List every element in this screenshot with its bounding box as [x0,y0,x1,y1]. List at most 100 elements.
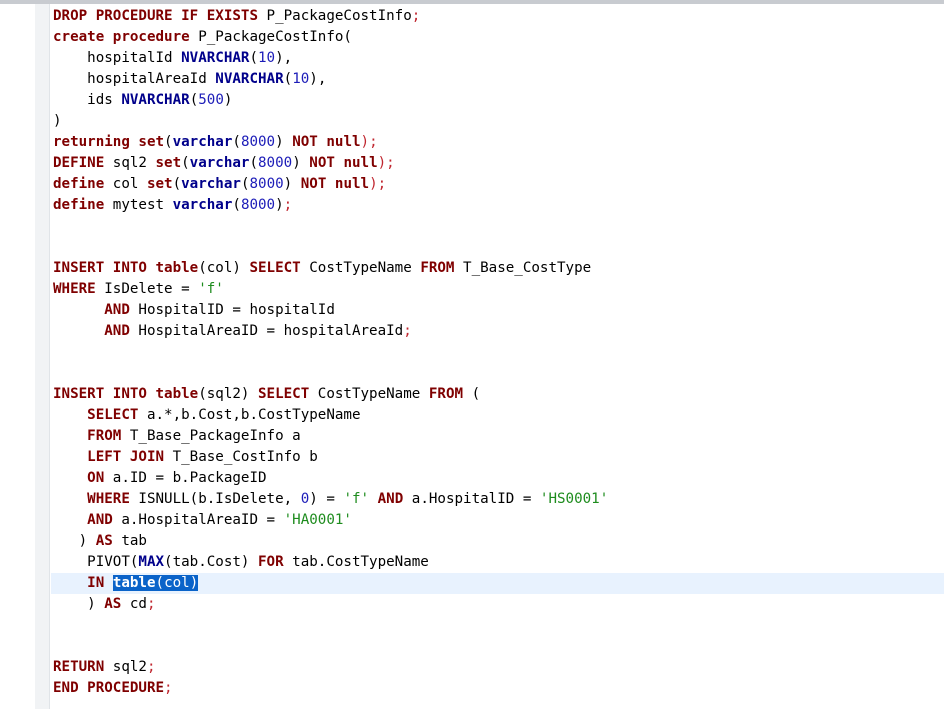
sql-type: table [112,575,156,591]
code-line[interactable] [53,636,608,657]
code-line[interactable]: WHERE IsDelete = 'f' [53,279,608,300]
code-line[interactable]: INSERT INTO table(col) SELECT CostTypeNa… [53,258,608,279]
code-token: ); [360,134,378,150]
code-line[interactable]: PIVOT(MAX(tab.Cost) FOR tab.CostTypeName [53,552,608,573]
code-line[interactable]: DROP PROCEDURE IF EXISTS P_PackageCostIn… [53,6,608,27]
code-token: ) [53,596,105,612]
code-line[interactable]: returning set(varchar(8000) NOT null); [53,132,608,153]
number-literal: 8000 [240,134,276,150]
code-line[interactable]: DEFINE sql2 set(varchar(8000) NOT null); [53,153,608,174]
string-literal: 'f' [343,491,370,507]
code-token: hospitalAreaId [53,71,216,87]
code-line[interactable]: WHERE ISNULL(b.IsDelete, 0) = 'f' AND a.… [53,489,608,510]
sql-keyword: WHERE [53,281,96,297]
code-line[interactable]: ON a.ID = b.PackageID [53,468,608,489]
code-line[interactable] [53,216,608,237]
string-literal: 'HA0001' [283,512,352,528]
code-token: ( [181,155,190,171]
code-line[interactable]: INSERT INTO table(sql2) SELECT CostTypeN… [53,384,608,405]
code-line[interactable]: RETURN sql2; [53,657,608,678]
number-literal: 0 [300,491,310,507]
code-token: PIVOT( [53,554,139,570]
code-token: ( [164,134,173,150]
code-token: ) [292,155,310,171]
sql-type: NVARCHAR [181,50,250,66]
sql-keyword: DROP PROCEDURE IF EXISTS [53,8,258,24]
text-selection[interactable]: table(col) [112,575,199,591]
sql-keyword: AND [377,491,404,507]
code-token: HospitalAreaID = hospitalAreaId [129,323,404,339]
code-token: (tab.Cost) [164,554,259,570]
code-token: (sql2) [198,386,259,402]
code-token: P_PackageCostInfo( [189,29,352,45]
code-line[interactable]: hospitalId NVARCHAR(10), [53,48,608,69]
code-token: ( [189,92,199,108]
sql-keyword: NOT null [300,176,370,192]
code-token: a.*,b.Cost,b.CostTypeName [138,407,361,423]
code-token: ; [164,680,173,696]
code-token: ) = [309,491,344,507]
code-token: sql2 [104,155,156,171]
code-token: ( [232,134,241,150]
code-line[interactable]: create procedure P_PackageCostInfo( [53,27,608,48]
sql-keyword: define [53,176,105,192]
code-line[interactable] [53,342,608,363]
code-line[interactable]: AND a.HospitalAreaID = 'HA0001' [53,510,608,531]
code-line[interactable]: ids NVARCHAR(500) [53,90,608,111]
code-token: a.ID = b.PackageID [104,470,267,486]
code-line[interactable] [53,363,608,384]
sql-keyword: RETURN [53,659,105,675]
code-token: sql2 [104,659,147,675]
folding-margin[interactable] [35,4,50,709]
sql-keyword: INSERT INTO table [53,260,199,276]
code-token: T_Base_CostType [454,260,592,276]
sql-keyword: DEFINE [53,155,105,171]
code-line[interactable]: ) [53,111,608,132]
code-token: (col) [155,575,199,591]
code-token: ; [403,323,412,339]
code-line[interactable]: AND HospitalID = hospitalId [53,300,608,321]
sql-keyword: NOT null [292,134,361,150]
code-token: hospitalId [53,50,182,66]
code-line[interactable]: define mytest varchar(8000); [53,195,608,216]
code-token: T_Base_PackageInfo a [121,428,301,444]
number-literal: 8000 [258,155,293,171]
code-token: a.HospitalID = [403,491,540,507]
code-line[interactable]: FROM T_Base_PackageInfo a [53,426,608,447]
code-line[interactable] [53,237,608,258]
code-line[interactable] [53,615,608,636]
code-token: ) [283,176,301,192]
code-token: ids [53,92,122,108]
code-line[interactable]: ) AS cd; [53,594,608,615]
number-literal: 8000 [249,176,284,192]
code-token: cd [121,596,147,612]
code-line[interactable]: END PROCEDURE; [53,678,608,699]
sql-type: varchar [181,176,241,192]
sql-code-editor[interactable]: DROP PROCEDURE IF EXISTS P_PackageCostIn… [53,6,608,699]
code-line[interactable]: define col set(varchar(8000) NOT null); [53,174,608,195]
code-token: T_Base_CostInfo b [164,449,318,465]
code-line[interactable]: SELECT a.*,b.Cost,b.CostTypeName [53,405,608,426]
code-line[interactable]: AND HospitalAreaID = hospitalAreaId; [53,321,608,342]
sql-keyword: AND [104,302,130,318]
code-line[interactable]: hospitalAreaId NVARCHAR(10), [53,69,608,90]
number-literal: 8000 [240,197,276,213]
sql-type: MAX [138,554,165,570]
code-line[interactable]: ) AS tab [53,531,608,552]
code-line[interactable]: LEFT JOIN T_Base_CostInfo b [53,447,608,468]
code-line[interactable]: IN table(col) [53,573,608,594]
sql-keyword: ON [87,470,105,486]
sql-keyword: set [146,176,173,192]
sql-keyword: FOR [258,554,284,570]
number-literal: 10 [292,71,310,87]
number-literal: 500 [198,92,224,108]
code-token: tab.CostTypeName [283,554,429,570]
sql-keyword: returning set [53,134,165,150]
code-token: P_PackageCostInfo [258,8,412,24]
code-token: ), [275,50,293,66]
